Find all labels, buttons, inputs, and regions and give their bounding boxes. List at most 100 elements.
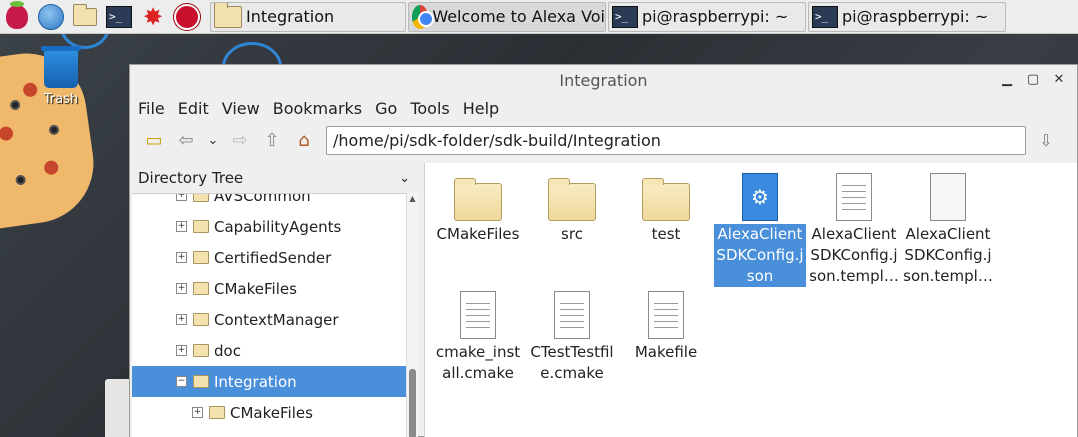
file-view: CMakeFiles src test ⚙ AlexaClient SDKCon… (424, 163, 1077, 437)
file-item-cmake-install[interactable]: cmake_inst all.cmake (431, 287, 525, 384)
folder-icon (193, 375, 209, 388)
tree-item-certifiedsender[interactable]: + CertifiedSender (132, 242, 406, 273)
history-dropdown[interactable]: ⌄ (202, 125, 224, 155)
window-title: Integration (559, 70, 648, 90)
menu-help[interactable]: Help (463, 99, 499, 118)
math-app-launcher[interactable]: ✸ (136, 0, 170, 34)
close-icon[interactable]: ✕ (1049, 69, 1069, 89)
tree-item-capabilityagents[interactable]: + CapabilityAgents (132, 211, 406, 242)
tree-item-avscommon[interactable]: + AVSCommon (132, 193, 406, 211)
taskbar-window-label: pi@raspberrypi: ~ (642, 7, 789, 26)
taskbar-window-label: Integration (246, 7, 335, 26)
menu-bookmarks[interactable]: Bookmarks (273, 99, 362, 118)
menu-view[interactable]: View (222, 99, 260, 118)
menu-edit[interactable]: Edit (178, 99, 209, 118)
expand-icon[interactable]: + (176, 252, 187, 263)
minimize-icon[interactable]: ▁ (997, 69, 1017, 89)
taskbar-window-integration[interactable]: Integration (210, 1, 406, 32)
file-name: Makefile (634, 343, 698, 361)
wolfram-launcher[interactable] (170, 0, 204, 34)
forward-button[interactable]: ⇨ (224, 125, 256, 155)
file-item-test[interactable]: test (619, 169, 713, 245)
folder-icon (214, 2, 242, 28)
forward-arrow-icon: ⇨ (232, 129, 248, 151)
tree-item-label: ContextManager (214, 310, 339, 329)
globe-icon (38, 3, 64, 30)
blank-file-icon (930, 173, 966, 221)
tree-item-label: CMakeFiles (214, 279, 297, 298)
tree-scrollbar[interactable]: ▲ (406, 193, 418, 437)
new-tab-button[interactable]: ▭ (138, 125, 170, 155)
sidebar-mode-select[interactable]: Directory Tree ⌄ (130, 163, 418, 193)
up-button[interactable]: ⇧ (256, 125, 288, 155)
file-name: test (651, 225, 681, 243)
folder-icon (454, 178, 502, 221)
go-button[interactable]: ⇩ (1034, 131, 1058, 150)
file-item-ctesttestfile[interactable]: CTestTestfil e.cmake (525, 287, 619, 384)
folder-icon (193, 313, 209, 326)
file-item-src[interactable]: src (525, 169, 619, 245)
maximize-icon[interactable]: ▢ (1023, 69, 1043, 89)
file-manager-launcher[interactable] (68, 0, 102, 34)
taskbar-window-browser[interactable]: Welcome to Alexa Voi (408, 1, 606, 32)
web-browser-launcher[interactable] (34, 0, 68, 34)
menu-tools[interactable]: Tools (410, 99, 449, 118)
expand-icon[interactable]: + (176, 194, 187, 201)
text-file-icon (460, 291, 496, 339)
folder-icon (642, 178, 690, 221)
tree-item-doc[interactable]: + doc (132, 335, 406, 366)
file-item-alexaclientsdkconfig-json[interactable]: ⚙ AlexaClient SDKConfig.j son (713, 169, 807, 287)
file-item-makefile[interactable]: Makefile (619, 287, 713, 363)
folder-icon (73, 3, 97, 26)
tree-item-integration[interactable]: − Integration (132, 366, 406, 397)
taskbar-window-terminal-1[interactable]: >_ pi@raspberrypi: ~ (608, 1, 806, 32)
toolbar: ▭ ⇦ ⌄ ⇨ ⇧ ⌂ /home/pi/sdk-folder/sdk-buil… (130, 121, 1077, 159)
folder-icon (193, 220, 209, 233)
text-file-icon (648, 291, 684, 339)
menu-go[interactable]: Go (375, 99, 397, 118)
path-text: /home/pi/sdk-folder/sdk-build/Integratio… (333, 130, 661, 150)
scroll-thumb[interactable] (409, 369, 416, 437)
expand-icon[interactable]: + (176, 314, 187, 325)
terminal-icon: >_ (106, 5, 132, 28)
file-item-cmakefiles[interactable]: CMakeFiles (431, 169, 525, 245)
file-name: cmake_inst all.cmake (435, 343, 521, 382)
trash-desktop-icon[interactable]: Trash (38, 46, 84, 107)
sidebar: Directory Tree ⌄ + AVSCommon + Capabilit… (130, 163, 418, 437)
tree-item-cmakefiles[interactable]: + CMakeFiles (132, 273, 406, 304)
tree-item-label: Integration (214, 372, 297, 391)
window-titlebar[interactable]: Integration ▁ ▢ ✕ (130, 65, 1077, 95)
expand-icon[interactable]: + (176, 221, 187, 232)
expand-icon[interactable]: + (176, 283, 187, 294)
expand-icon[interactable]: + (176, 345, 187, 356)
file-name: CMakeFiles (436, 225, 520, 243)
scroll-up-icon[interactable]: ▲ (407, 193, 418, 205)
path-input[interactable]: /home/pi/sdk-folder/sdk-build/Integratio… (326, 125, 1026, 155)
taskbar-window-terminal-2[interactable]: >_ pi@raspberrypi: ~ (808, 1, 1006, 32)
home-button[interactable]: ⌂ (288, 125, 320, 155)
back-button[interactable]: ⇦ (170, 125, 202, 155)
chevron-down-icon: ⌄ (399, 170, 410, 186)
text-file-icon (836, 173, 872, 221)
tree-item-integration-cmakefiles[interactable]: + CMakeFiles (132, 397, 406, 428)
folder-icon (193, 251, 209, 264)
terminal-launcher[interactable]: >_ (102, 0, 136, 34)
collapse-icon[interactable]: − (176, 376, 187, 387)
tree-item-contextmanager[interactable]: + ContextManager (132, 304, 406, 335)
file-item-config-template-2[interactable]: AlexaClient SDKConfig.j son.templ… (901, 169, 995, 287)
file-name: AlexaClient SDKConfig.j son.templ… (809, 225, 899, 285)
raspberry-menu-button[interactable] (0, 0, 34, 34)
file-item-config-template-1[interactable]: AlexaClient SDKConfig.j son.templ… (807, 169, 901, 287)
expand-icon[interactable]: + (192, 407, 203, 418)
taskbar-window-label: pi@raspberrypi: ~ (842, 7, 989, 26)
file-name: CTestTestfil e.cmake (530, 343, 614, 382)
taskbar-window-label: Welcome to Alexa Voi (432, 7, 605, 26)
menu-file[interactable]: File (138, 99, 165, 118)
folder-icon (548, 178, 596, 221)
file-name: AlexaClient SDKConfig.j son (714, 224, 806, 287)
sidebar-heading: Directory Tree (138, 169, 244, 187)
trash-label: Trash (43, 92, 79, 107)
tree-item-label: CertifiedSender (214, 248, 332, 267)
back-arrow-icon: ⇦ (178, 129, 194, 151)
tree-item-label: AVSCommon (214, 193, 311, 205)
